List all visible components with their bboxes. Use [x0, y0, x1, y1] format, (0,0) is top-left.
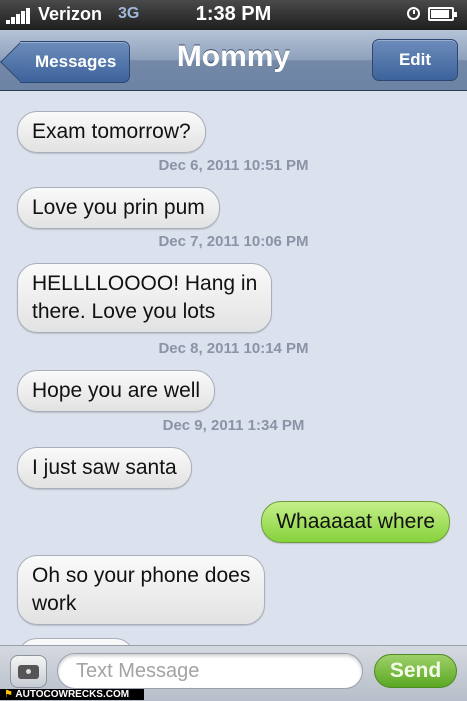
- message-bubble-received[interactable]: HELLLLOOOO! Hang in there. Love you lots: [17, 263, 273, 333]
- status-bar: Verizon 3G 1:38 PM: [0, 0, 467, 30]
- message-bubble-received[interactable]: I just saw santa: [17, 447, 192, 489]
- send-button[interactable]: Send: [374, 654, 457, 688]
- message-bubble-received[interactable]: Love you prin pum: [17, 187, 220, 229]
- message-bubble-received[interactable]: Oh so your phone does work: [17, 555, 266, 625]
- alarm-clock-icon: [407, 7, 420, 20]
- message-timestamp: Dec 8, 2011 10:14 PM: [158, 340, 309, 357]
- edit-button[interactable]: Edit: [372, 39, 458, 81]
- site-watermark: ⚑ AUTOCOWRECKS.COM: [0, 689, 144, 700]
- message-bubble-received[interactable]: Exam tomorrow?: [17, 111, 206, 153]
- navigation-bar: Messages Mommy Edit: [0, 30, 467, 91]
- watermark-logo-icon: ⚑: [4, 689, 16, 700]
- status-time: 1:38 PM: [195, 3, 272, 25]
- camera-button[interactable]: [10, 655, 47, 688]
- message-timestamp: Dec 9, 2011 1:34 PM: [162, 417, 305, 434]
- messages-back-button[interactable]: Messages: [20, 41, 131, 83]
- message-bubble-sent[interactable]: Whaaaaat where: [261, 501, 450, 543]
- text-message-input[interactable]: [57, 653, 363, 689]
- battery-icon: [428, 7, 457, 21]
- message-timestamp: Dec 6, 2011 10:51 PM: [158, 157, 309, 174]
- message-bubble-received[interactable]: Hope you are well: [17, 370, 216, 412]
- message-timestamp: Dec 7, 2011 10:06 PM: [158, 233, 309, 250]
- watermark-text: AUTOCOWRECKS.COM: [15, 689, 130, 700]
- conversation-thread[interactable]: Exam tomorrow? Dec 6, 2011 10:51 PM Love…: [0, 91, 467, 651]
